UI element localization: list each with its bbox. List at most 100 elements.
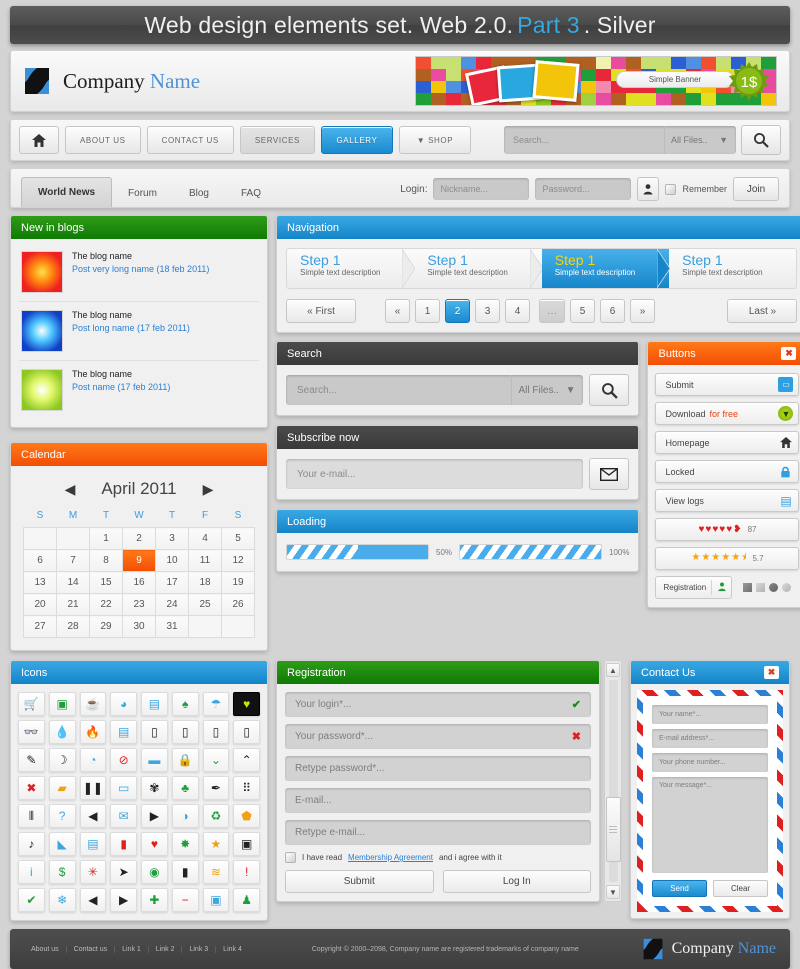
dot-square-dark[interactable] <box>743 583 753 592</box>
calendar-day[interactable]: 17 <box>155 571 189 594</box>
flame-icon[interactable]: 🔥 <box>79 720 107 744</box>
calendar-prev-button[interactable]: ◀ <box>65 481 76 498</box>
tag-icon[interactable]: ◣ <box>48 832 76 856</box>
stars-rating[interactable]: ★★★★★⯨ 5.7 <box>655 547 800 570</box>
blog-post-link[interactable]: Post long name (17 feb 2011) <box>72 323 190 333</box>
remember-checkbox[interactable] <box>665 183 677 195</box>
nav-item-services[interactable]: SERVICES <box>239 126 315 154</box>
footer-link-4[interactable]: Link 2 <box>149 945 183 953</box>
calendar-day[interactable]: 11 <box>188 549 222 572</box>
folder-icon[interactable]: ▰ <box>48 776 76 800</box>
coffee-icon[interactable]: ☕ <box>79 692 107 716</box>
tab-blog[interactable]: Blog <box>173 181 225 207</box>
footer-link-6[interactable]: Link 4 <box>216 946 249 953</box>
scrollbar-thumb[interactable] <box>605 797 621 863</box>
music-note-icon[interactable]: ♪ <box>18 832 45 856</box>
retype-email-field[interactable]: Retype e-mail... <box>285 820 591 845</box>
calendar-day[interactable]: 21 <box>56 593 90 616</box>
clock-icon[interactable]: ◔ <box>79 748 107 772</box>
nav-item-about-us[interactable]: ABOUT US <box>65 126 141 154</box>
contact-send-button[interactable]: Send <box>652 880 707 897</box>
calendar-day-selected[interactable]: 9 <box>122 549 156 572</box>
calendar-day[interactable]: 7 <box>56 549 90 572</box>
star-icon[interactable]: ★ <box>202 832 230 856</box>
email-field[interactable]: E-mail... <box>285 788 591 813</box>
calendar-day[interactable]: 16 <box>122 571 156 594</box>
globe-icon[interactable]: ✸ <box>171 832 199 856</box>
nav-item-contact-us[interactable]: CONTACT US <box>146 126 234 154</box>
dot-square-light[interactable] <box>756 583 766 592</box>
header-search-filter[interactable]: All Files.. ▼ <box>664 126 736 154</box>
user-icon[interactable]: ♟ <box>233 888 260 912</box>
exclamation-icon[interactable]: ! <box>233 860 260 884</box>
arrow-right-icon[interactable]: ▶ <box>110 888 137 912</box>
calendar-day[interactable]: 27 <box>23 615 57 638</box>
calendar-day[interactable]: 26 <box>221 593 255 616</box>
pager-page-4[interactable]: 4 <box>505 299 530 323</box>
chat-bubble-icon[interactable]: ▭ <box>110 776 137 800</box>
forbidden-icon[interactable]: ⊘ <box>110 748 137 772</box>
moon-icon[interactable]: ☽ <box>48 748 76 772</box>
calendar-day[interactable]: 25 <box>188 593 222 616</box>
info-icon[interactable]: i <box>18 860 45 884</box>
pager-last[interactable]: Last » <box>727 299 798 323</box>
save-icon[interactable]: ▣ <box>202 888 230 912</box>
trash-icon[interactable]: ▮ <box>171 860 199 884</box>
blog-post-link[interactable]: Post very long name (18 feb 2011) <box>72 264 209 274</box>
view-logs-button[interactable]: View logs ▤ <box>655 489 800 512</box>
glasses-icon[interactable]: 👓 <box>18 720 45 744</box>
search-panel-input[interactable]: Search... <box>286 385 511 396</box>
calendar-day[interactable]: 8 <box>89 549 123 572</box>
nav-item-gallery[interactable]: GALLERY <box>320 126 393 154</box>
submit-button[interactable]: Submit ▭ <box>655 373 800 396</box>
locked-button[interactable]: Locked <box>655 460 800 483</box>
scroll-down-icon[interactable]: ▼ <box>606 885 620 899</box>
calendar-day[interactable]: 23 <box>122 593 156 616</box>
step-1[interactable]: Step 1 Simple text description <box>287 249 416 288</box>
join-button[interactable]: Join <box>733 177 779 201</box>
calendar-day[interactable]: 24 <box>155 593 189 616</box>
eye-icon[interactable]: ◉ <box>141 860 168 884</box>
search-panel-field[interactable]: Search... All Files.. ▼ <box>286 375 584 405</box>
check-icon[interactable]: ✔ <box>18 888 45 912</box>
calendar-day[interactable]: 18 <box>188 571 222 594</box>
contact-clear-button[interactable]: Clear <box>713 880 768 897</box>
pen-icon[interactable]: ✎ <box>18 748 45 772</box>
printer-icon[interactable]: ▤ <box>79 832 107 856</box>
homepage-button[interactable]: Homepage <box>655 431 800 454</box>
phone-4-icon[interactable]: ▯ <box>233 720 260 744</box>
password-field[interactable]: Your password*... ✖ <box>285 724 591 749</box>
subscribe-email-field[interactable]: Your e-mail... <box>286 459 584 489</box>
clipboard-icon[interactable]: ▤ <box>110 720 137 744</box>
shopping-cart-icon[interactable]: 🛒 <box>18 692 45 716</box>
tree-icon[interactable]: ♠ <box>171 692 199 716</box>
calendar-day[interactable]: 13 <box>23 571 57 594</box>
login-field[interactable]: Your login*... ✔ <box>285 692 591 717</box>
recycle-icon[interactable]: ♻ <box>202 804 230 828</box>
search-panel-filter[interactable]: All Files.. ▼ <box>511 375 583 405</box>
brush-icon[interactable]: ✒ <box>202 776 230 800</box>
calendar-day[interactable]: 19 <box>221 571 255 594</box>
calendar-day[interactable]: 3 <box>155 527 189 550</box>
asterisk-icon[interactable]: ✳ <box>79 860 107 884</box>
scrollbar-track[interactable] <box>605 680 621 882</box>
download-button[interactable]: Download for free ▼ <box>655 402 800 425</box>
list-item[interactable]: The blog name Post name (17 feb 2011) <box>19 361 259 419</box>
pager-page-2[interactable]: 2 <box>445 299 470 323</box>
gear-icon[interactable]: ✾ <box>141 776 168 800</box>
calendar-day[interactable]: 1 <box>89 527 123 550</box>
footer-link-3[interactable]: Link 1 <box>115 945 149 953</box>
step-2[interactable]: Step 1 Simple text description <box>414 249 544 288</box>
phone-2-icon[interactable]: ▯ <box>171 720 199 744</box>
calendar-day[interactable]: 28 <box>56 615 90 638</box>
close-x-icon[interactable]: ✖ <box>18 776 45 800</box>
heart-icon[interactable]: ♥ <box>141 832 168 856</box>
footer-link-2[interactable]: Contact us <box>67 945 116 953</box>
header-search-button[interactable] <box>741 125 781 155</box>
bar-chart-icon[interactable]: ▮ <box>110 832 137 856</box>
contact-message-textarea[interactable]: Your message*... <box>652 777 768 873</box>
contact-name-input[interactable]: Your name*... <box>652 705 768 724</box>
snowflake-icon[interactable]: ❄ <box>48 888 76 912</box>
umbrella-icon[interactable]: ☂ <box>202 692 230 716</box>
registration-button[interactable]: Registration <box>655 576 733 599</box>
